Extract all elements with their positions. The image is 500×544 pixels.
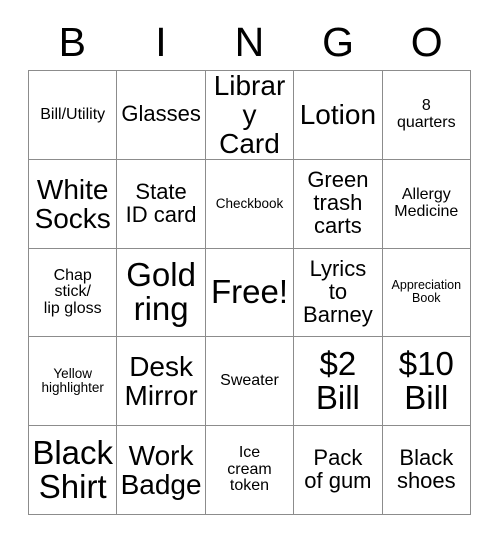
bingo-cell-label: Ice cream token <box>227 444 272 495</box>
bingo-cell[interactable]: Bill/Utility <box>29 71 118 160</box>
bingo-cell-label: Library Card <box>213 71 286 160</box>
bingo-cell[interactable]: Chap stick/ lip gloss <box>29 248 118 338</box>
bingo-cell-label: 8 quarters <box>396 97 456 131</box>
bingo-header-letter-b: B <box>58 18 86 65</box>
bingo-card: B I N G O Bill/Utility Glasses Library C… <box>0 0 500 544</box>
bingo-cell-label: Lotion <box>299 99 377 131</box>
bingo-cell[interactable]: Checkbook <box>205 159 295 249</box>
bingo-cell[interactable]: $2 Bill <box>294 337 383 427</box>
bingo-cell-label: White Socks <box>34 173 111 234</box>
bingo-cell[interactable]: State ID card <box>117 159 206 249</box>
bingo-cell-label: Work Badge <box>120 439 202 501</box>
bingo-cell-label: Chap stick/ lip gloss <box>43 266 102 317</box>
bingo-cell-label: State ID card <box>125 178 197 227</box>
bingo-cell[interactable]: 8 quarters <box>382 71 471 160</box>
bingo-header-letter-o: O <box>410 18 443 65</box>
bingo-cell-label: Checkbook <box>215 195 284 211</box>
bingo-free-label: Free! <box>210 273 288 311</box>
bingo-cell[interactable]: Black Shirt <box>29 426 118 515</box>
bingo-cell-label: Pack of gum <box>304 445 372 494</box>
bingo-cell-label: Gold ring <box>126 256 196 328</box>
bingo-cell-label: Yellow highlighter <box>41 366 104 396</box>
bingo-cell-label: $2 Bill <box>315 344 360 417</box>
bingo-cell-label: $10 Bill <box>398 344 454 417</box>
bingo-cell-label: Appreciation Book <box>391 278 462 306</box>
bingo-cell-label: Sweater <box>220 371 279 389</box>
bingo-cell-label: Desk Mirror <box>124 351 198 412</box>
bingo-cell[interactable]: Pack of gum <box>294 426 383 515</box>
bingo-cell[interactable]: Lotion <box>294 71 383 160</box>
bingo-cell-label: Black shoes <box>396 445 456 494</box>
bingo-cell[interactable]: Lyrics to Barney <box>294 248 383 338</box>
bingo-cell-label: Bill/Utility <box>40 105 106 123</box>
bingo-cell[interactable]: Gold ring <box>117 248 206 338</box>
bingo-cell[interactable]: Allergy Medicine <box>382 159 471 249</box>
bingo-cell[interactable]: Ice cream token <box>205 426 295 515</box>
bingo-cell-label: Black Shirt <box>32 433 114 506</box>
bingo-cell[interactable]: Glasses <box>117 71 206 160</box>
bingo-cell[interactable]: $10 Bill <box>382 337 471 427</box>
bingo-grid: Bill/Utility Glasses Library Card Lotion… <box>28 70 471 515</box>
bingo-header-letter-i: I <box>155 18 167 65</box>
bingo-header-letter-g: G <box>322 18 355 65</box>
bingo-header-row: B I N G O <box>28 14 471 70</box>
bingo-cell-label: Green trash carts <box>307 167 369 239</box>
bingo-cell[interactable]: Yellow highlighter <box>29 337 118 427</box>
bingo-cell[interactable]: Library Card <box>205 71 295 160</box>
bingo-cell[interactable]: Appreciation Book <box>382 248 471 338</box>
bingo-cell[interactable]: Black shoes <box>382 426 471 515</box>
bingo-cell-label: Allergy Medicine <box>394 186 459 220</box>
bingo-cell[interactable]: White Socks <box>29 159 118 249</box>
bingo-cell[interactable]: Work Badge <box>117 426 206 515</box>
bingo-cell[interactable]: Green trash carts <box>294 159 383 249</box>
bingo-cell-free[interactable]: Free! <box>205 248 295 338</box>
bingo-cell-label: Glasses <box>121 101 201 127</box>
bingo-cell[interactable]: Sweater <box>205 337 295 427</box>
bingo-cell[interactable]: Desk Mirror <box>117 337 206 427</box>
bingo-cell-label: Lyrics to Barney <box>303 256 373 327</box>
bingo-header-letter-n: N <box>234 18 265 65</box>
